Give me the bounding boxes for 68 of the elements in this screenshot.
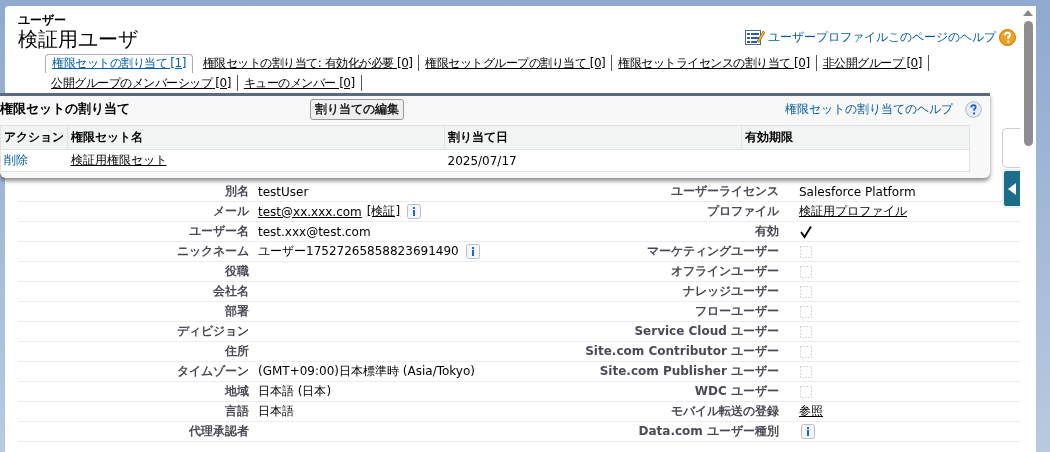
field-value-link[interactable]: test@xx.xxx.com <box>258 204 362 219</box>
object-type-label: ユーザー <box>18 14 67 27</box>
panel-title: 権限セットの割り当て <box>0 100 131 118</box>
field-label: ディビジョン <box>177 324 249 338</box>
field-label: 有効 <box>755 224 779 238</box>
field-value: testUser <box>258 184 309 199</box>
related-list-tab[interactable]: 権限セットグループの割り当て [0] <box>419 55 613 71</box>
info-icon[interactable] <box>465 244 480 259</box>
panel-help-link[interactable]: 権限セットの割り当てのヘルプ <box>785 100 953 118</box>
edit-assignments-button[interactable]: 割り当ての編集 <box>310 98 404 120</box>
field-label: Site.com Contributor ユーザー <box>585 344 779 358</box>
column-header: アクション <box>0 125 68 150</box>
field-label: Data.com ユーザー種別 <box>638 424 779 438</box>
scrollbar-thumb[interactable] <box>1023 21 1033 146</box>
page-help-link[interactable]: ユーザープロファイルこのページのヘルプ <box>768 28 996 46</box>
field-label: Service Cloud ユーザー <box>634 324 779 338</box>
field-label: Site.com Publisher ユーザー <box>599 364 779 378</box>
field-value: test.xxx@test.com <box>258 224 371 239</box>
field-label: 別名 <box>225 184 249 198</box>
table-cell: 2025/07/17 <box>447 153 517 168</box>
field-label: オフラインユーザー <box>671 264 779 278</box>
field-label: プロファイル <box>707 204 779 218</box>
field-label: ナレッジユーザー <box>683 284 779 298</box>
column-header: 有効期限 <box>741 125 970 150</box>
field-label: モバイル転送の登録 <box>671 404 779 418</box>
field-label: 住所 <box>225 344 249 358</box>
related-list-tab[interactable]: 公開グループのメンバーシップ [0] <box>45 75 238 91</box>
column-header: 権限セット名 <box>67 125 445 150</box>
delete-link[interactable]: 削除 <box>4 153 28 167</box>
left-triangle-icon <box>1008 182 1016 195</box>
help-icon[interactable] <box>999 28 1016 46</box>
field-label: ニックネーム <box>177 244 249 258</box>
field-value-link[interactable]: 検証用プロファイル <box>799 203 907 220</box>
field-label: マーケティングユーザー <box>647 244 779 258</box>
verify-link[interactable]: [検証] <box>366 203 401 220</box>
scrollbar[interactable] <box>1020 6 1036 452</box>
field-label: 言語 <box>225 404 249 418</box>
field-label: 部署 <box>225 304 249 318</box>
related-list-tab[interactable]: 権限セットの割り当て: 有効化が必要 [0] <box>196 55 420 71</box>
permission-set-link[interactable]: 検証用権限セット <box>70 153 167 167</box>
info-icon[interactable] <box>407 204 422 219</box>
edit-list-icon <box>745 28 765 46</box>
field-label: 役職 <box>225 264 249 278</box>
field-label: タイムゾーン <box>177 364 249 378</box>
info-icon[interactable] <box>801 424 815 439</box>
field-label: 代理承認者 <box>189 424 249 438</box>
field-label: 会社名 <box>213 284 249 298</box>
field-value: 日本語 <box>258 403 294 420</box>
field-value: ユーザー17527265858823691490 <box>258 243 459 260</box>
related-list-tab[interactable]: 権限セットの割り当て [1] <box>45 54 193 73</box>
related-list-tab[interactable]: 非公開グループ [0] <box>816 55 929 71</box>
field-label: WDC ユーザー <box>694 384 779 398</box>
page-title: 検証用ユーザ <box>18 27 138 51</box>
field-label: メール <box>213 204 249 218</box>
field-value: (GMT+09:00)日本標準時 (Asia/Tokyo) <box>258 363 475 380</box>
column-header: 割り当て日 <box>444 125 742 150</box>
field-label: フローユーザー <box>695 304 779 318</box>
field-label: ユーザー名 <box>189 224 249 238</box>
related-list-tab[interactable]: 権限セットライセンスの割り当て [0] <box>612 55 817 71</box>
help-icon[interactable] <box>965 100 982 118</box>
field-label: 地域 <box>225 384 249 398</box>
sidebar-toggle-button[interactable] <box>1002 169 1020 208</box>
field-value-link[interactable]: 参照 <box>799 403 823 420</box>
field-value: Salesforce Platform <box>799 184 916 199</box>
related-list-tab[interactable]: キューのメンバー [0] <box>237 75 362 91</box>
scroll-up-icon[interactable] <box>1023 10 1033 16</box>
field-value: 日本語 (日本) <box>258 383 332 400</box>
field-label: ユーザーライセンス <box>671 184 779 198</box>
